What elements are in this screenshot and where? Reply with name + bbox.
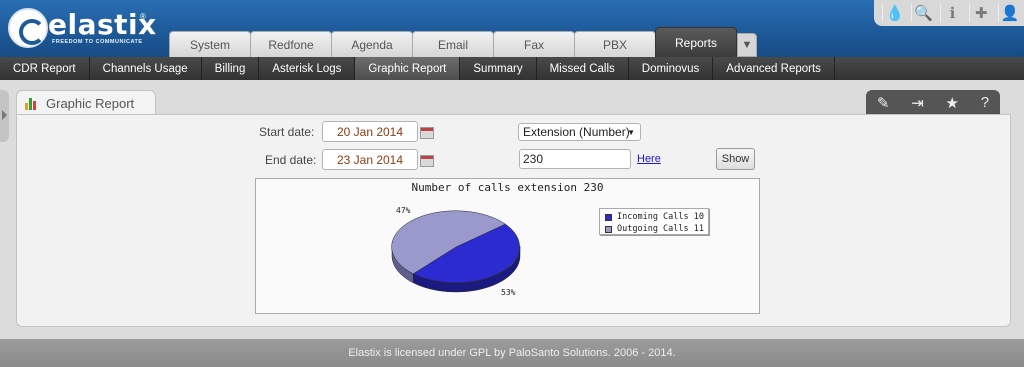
legend-item: Incoming Calls 10: [605, 212, 704, 222]
module-actions: ✎ ⇥ ★?: [866, 90, 1000, 115]
tab-reports[interactable]: Reports: [655, 27, 737, 57]
start-date-input[interactable]: 20 Jan 2014: [322, 121, 418, 142]
pie-percent-label: 53%: [501, 288, 516, 297]
drop-icon[interactable]: 💧: [882, 4, 906, 22]
sub-menu: CDR Report Channels Usage Billing Asterisk …: [0, 57, 1024, 80]
chevron-down-icon: ▼: [627, 127, 635, 137]
top-header: elastix ® FREEDOM TO COMMUNICATE 💧 🔍 ℹ ✚ 👤 S…: [0, 0, 1024, 57]
submenu-channels-usage[interactable]: Channels Usage: [90, 57, 202, 80]
legend-label: Outgoing Calls 11: [617, 224, 704, 234]
submenu-summary[interactable]: Summary: [460, 57, 537, 80]
legend-swatch: [605, 213, 612, 221]
submenu-cdr-report[interactable]: CDR Report: [0, 57, 90, 80]
submenu-asterisk-logs[interactable]: Asterisk Logs: [259, 57, 356, 80]
footer: Elastix is licensed under GPL by PaloSan…: [0, 339, 1024, 367]
info-icon[interactable]: ℹ: [939, 4, 964, 22]
edit-icon[interactable]: ✎: [877, 94, 890, 112]
tab-fax[interactable]: Fax: [493, 31, 575, 57]
tab-redfone[interactable]: Redfone: [250, 31, 332, 57]
puzzle-icon[interactable]: ✚: [968, 4, 993, 22]
extension-input[interactable]: 230: [519, 149, 631, 169]
report-type-value: Extension (Number): [523, 125, 630, 139]
module-title: Graphic Report: [46, 95, 135, 111]
pie-chart: Number of calls extension 230 47% 53% Inc…: [255, 178, 760, 314]
legend-swatch: [605, 225, 612, 233]
submenu-billing[interactable]: Billing: [202, 57, 260, 80]
here-link[interactable]: Here: [637, 153, 661, 165]
main-tabs: System Redfone Agenda Email Fax PBX Reports ▼: [169, 27, 757, 57]
end-calendar-icon[interactable]: [420, 155, 434, 167]
show-button[interactable]: Show: [716, 148, 755, 170]
logo-tagline: FREEDOM TO COMMUNICATE: [52, 39, 143, 45]
start-date-label: Start date:: [259, 125, 315, 139]
legend-item: Outgoing Calls 11: [605, 224, 704, 234]
pie-percent-label: 47%: [396, 206, 411, 215]
tab-system[interactable]: System: [169, 31, 251, 57]
submenu-advanced-reports[interactable]: Advanced Reports: [713, 57, 835, 80]
report-panel: Start date: 20 Jan 2014 End date: 23 Jan…: [16, 114, 1011, 327]
tab-pbx[interactable]: PBX: [574, 31, 656, 57]
submenu-dominovus[interactable]: Dominovus: [629, 57, 714, 80]
tab-agenda[interactable]: Agenda: [331, 31, 413, 57]
top-tools: 💧 🔍 ℹ ✚ 👤: [874, 0, 1024, 26]
end-date-label: End date:: [265, 153, 317, 167]
elastix-logo[interactable]: elastix ® FREEDOM TO COMMUNICATE: [6, 6, 156, 50]
side-panel-toggle[interactable]: [0, 90, 9, 142]
start-calendar-icon[interactable]: [420, 127, 434, 139]
help-icon[interactable]: ?: [981, 94, 989, 111]
pie-chart-svg: 47% 53%: [391, 206, 521, 297]
logo-registered-mark: ®: [140, 12, 146, 21]
export-icon[interactable]: ⇥: [911, 94, 924, 112]
submenu-graphic-report[interactable]: Graphic Report: [355, 57, 461, 80]
bar-chart-icon: [25, 96, 36, 110]
legend-label: Incoming Calls 10: [617, 212, 704, 222]
end-date-input[interactable]: 23 Jan 2014: [322, 149, 418, 170]
submenu-missed-calls[interactable]: Missed Calls: [537, 57, 629, 80]
user-icon[interactable]: 👤: [997, 4, 1022, 22]
search-icon[interactable]: 🔍: [911, 4, 935, 22]
chart-legend: Incoming Calls 10 Outgoing Calls 11: [599, 208, 709, 235]
tabs-more-chevron-icon[interactable]: ▼: [737, 33, 757, 57]
tab-email[interactable]: Email: [412, 31, 494, 57]
star-icon[interactable]: ★: [946, 94, 959, 112]
report-type-select[interactable]: Extension (Number) ▼: [518, 123, 641, 141]
logo-badge-icon: [8, 8, 48, 48]
module-title-tab: Graphic Report: [16, 90, 156, 115]
